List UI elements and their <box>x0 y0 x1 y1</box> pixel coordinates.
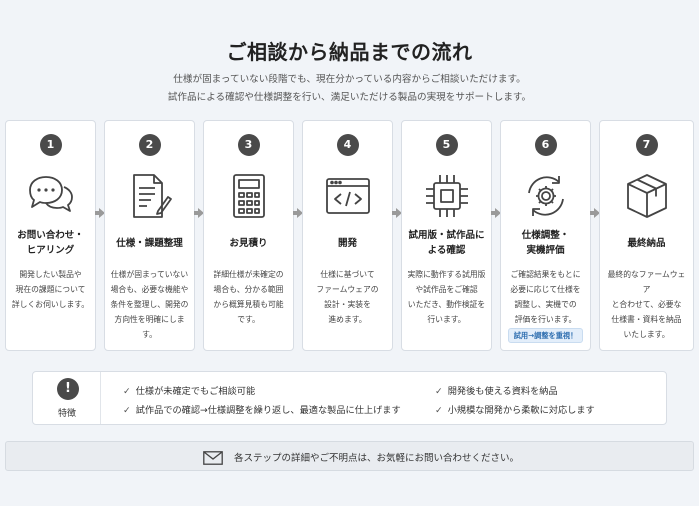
feature-item: ✓ 開発後も使える資料を納品 <box>435 386 558 397</box>
chat-bubbles-icon <box>26 171 76 221</box>
step-title: お問い合わせ・ ヒアリング <box>17 230 84 256</box>
step-number: 5 <box>435 134 458 156</box>
step-card-7: 7 最終納品 最終的なファームウェア と合わせて、必要な 仕様書・資料を納品 い… <box>599 120 694 351</box>
envelope-icon <box>203 450 223 465</box>
step-description: 開発したい製品や 現在の課題について 詳しくお伺いします。 <box>11 270 90 309</box>
step-description: 実際に動作する試用版 や試作品をご確認 いただき、動作検証を 行います。 <box>407 270 486 324</box>
step-number: 3 <box>237 134 260 156</box>
feature-item: ✓ 小規模な開発から柔軟に対応します <box>435 405 595 416</box>
page-subtitle: 仕様が固まっていない段階でも、現在分かっている内容からご相談いただけます。 試作… <box>0 71 699 107</box>
page-title: ご相談から納品までの流れ <box>226 40 473 64</box>
emphasis-badge: 試用→調整を重視！ <box>508 328 583 343</box>
step-card-1: 1 お問い合わせ・ ヒアリング 開発したい製品や 現在の課題について 詳しくお伺… <box>5 120 96 351</box>
calculator-icon <box>224 171 274 221</box>
step-card-4: 4 開発 仕様に基づいて ファームウェアの 設計・実装を 進めます。 <box>302 120 393 351</box>
step-number: 4 <box>336 134 359 156</box>
feature-item: ✓ 試作品での確認→仕様調整を繰り返し、最適な製品に仕上げます <box>123 405 401 416</box>
step-description: 詳細仕様が未確定の 場合も、分かる範囲 から概算見積も可能 です。 <box>213 270 284 324</box>
chip-icon <box>422 171 472 221</box>
subtitle-line-1: 仕様が固まっていない段階でも、現在分かっている内容からご相談いただけます。 <box>173 74 526 85</box>
process-steps: 1 お問い合わせ・ ヒアリング 開発したい製品や 現在の課題について 詳しくお伺… <box>5 120 694 352</box>
step-description: 仕様が固まっていない 場合も、必要な機能や 条件を整理し、開発の 方向性を明確に… <box>110 270 189 339</box>
step-title: 仕様調整・ 実機評価 <box>521 230 570 256</box>
step-description: 仕様に基づいて ファームウェアの 設計・実装を 進めます。 <box>316 270 379 324</box>
document-pen-icon <box>125 171 175 221</box>
features-panel: ! 特徴 ✓ 仕様が未確定でもご相談可能 ✓ 試作品での確認→仕様調整を繰り返し、最… <box>32 371 667 425</box>
step-title: 仕様・課題整理 <box>116 237 183 249</box>
step-number: 7 <box>635 134 658 156</box>
step-card-6: 6 仕様調整・ 実機評価 ご確認結果をもとに 必要に応じて仕様を 調整し、実機で… <box>500 120 591 351</box>
contact-text: 各ステップの詳細やご不明点は、お気軽にお問い合わせください。 <box>234 453 520 464</box>
step-title: 試用版・試作品に よる確認 <box>408 230 485 256</box>
step-description: 最終的なファームウェア と合わせて、必要な 仕様書・資料を納品 いたします。 <box>607 270 686 339</box>
step-card-5: 5 試用版・試作品に よる確認 実際に動作する試用版 や試作品をご確認 いただき… <box>401 120 492 351</box>
step-description: ご確認結果をもとに 必要に応じて仕様を 調整し、実機での 評価を行います。 <box>510 270 581 324</box>
box-icon <box>622 171 672 221</box>
features-label: 特徴 <box>57 409 76 419</box>
step-title: 開発 <box>337 237 357 249</box>
exclamation-icon: ! <box>57 378 79 400</box>
step-card-2: 2 仕様・課題整理 仕様が固まっていない 場合も、必要な機能や 条件を整理し、開… <box>104 120 195 351</box>
contact-bar[interactable]: 各ステップの詳細やご不明点は、お気軽にお問い合わせください。 <box>5 441 694 471</box>
gear-cycle-icon <box>521 171 571 221</box>
step-number: 1 <box>39 134 62 156</box>
check-icon: ✓ <box>123 386 131 397</box>
step-title: 最終納品 <box>627 237 666 249</box>
step-number: 2 <box>138 134 161 156</box>
step-card-3: 3 お見積り 詳細仕様が未確定の 場合も、分かる範囲 から概算見積も可能 です。 <box>203 120 294 351</box>
check-icon: ✓ <box>123 405 131 416</box>
subtitle-line-2: 試作品による確認や仕様調整を行い、満足いただける製品の実現をサポートします。 <box>167 92 532 103</box>
check-icon: ✓ <box>435 405 443 416</box>
code-window-icon <box>323 171 373 221</box>
check-icon: ✓ <box>435 386 443 397</box>
step-number: 6 <box>534 134 557 156</box>
step-title: お見積り <box>229 237 268 249</box>
features-header: ! 特徴 <box>33 372 101 424</box>
feature-item: ✓ 仕様が未確定でもご相談可能 <box>123 386 256 397</box>
